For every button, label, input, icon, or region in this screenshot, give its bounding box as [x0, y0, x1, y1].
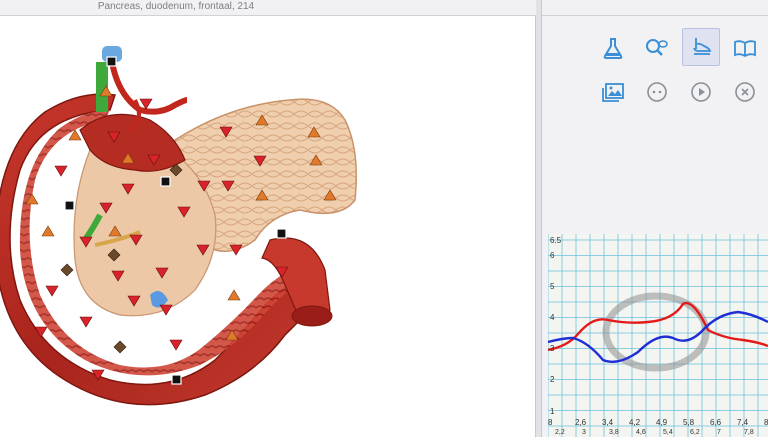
- search-labels-icon: [646, 39, 668, 56]
- graph-y-tick-label: 5: [550, 282, 555, 291]
- images-icon: [602, 83, 624, 102]
- book-button[interactable]: [726, 29, 764, 67]
- more-button[interactable]: [638, 73, 676, 111]
- graph-highlight-ellipse: [602, 292, 710, 372]
- anatomy-illustration[interactable]: [0, 17, 536, 437]
- graph-y-tick-label: 3: [550, 344, 555, 353]
- graph-x-axis-labels: 8 2,6 3,4 4,2 4,9 5,8 6,6 7,4 8,2 2,2 3 3,8 4,6 5,4 6,…: [548, 418, 768, 436]
- marker-diamond-4[interactable]: [113, 340, 127, 354]
- graph-x-tick-label: 7,4: [737, 418, 749, 427]
- image-title: Pancreas, duodenum, frontaal, 214: [97, 1, 255, 12]
- graph-x-tick-sublabel: 3: [582, 429, 586, 436]
- graph-y-tick-label: 2: [550, 375, 555, 384]
- graph-y-tick-label: 6.5: [550, 236, 562, 245]
- book-icon: [734, 40, 756, 58]
- graph-canvas: 6.5 6 5 4 3 2 1 8 2,6 3,4 4,2 4,9 5,8 6,6 7,4 8,2 2,2 3 3…: [548, 234, 768, 437]
- graph-x-tick-label: 5,8: [683, 418, 695, 427]
- graph-x-tick-sublabel: 6,2: [690, 429, 700, 436]
- marker-red-24[interactable]: [169, 339, 183, 351]
- graph-x-tick-label: 2,6: [575, 418, 587, 427]
- graph-x-tick-sublabel: 5,4: [663, 429, 673, 436]
- graph-x-tick-sublabel: 7: [717, 429, 721, 436]
- artery-red: [109, 61, 188, 115]
- image-panel: Pancreas, duodenum, frontaal, 214: [0, 0, 536, 437]
- tools-title-bar: [542, 0, 768, 16]
- graph-y-axis-labels: 6.5 6 5 4 3 2 1: [550, 236, 562, 416]
- close-icon: [735, 82, 755, 102]
- play-icon: [691, 82, 711, 102]
- jejunum-opening: [291, 305, 333, 327]
- play-button[interactable]: [682, 73, 720, 111]
- marker-orange-12[interactable]: [227, 289, 241, 301]
- marker-red-22[interactable]: [79, 316, 93, 328]
- marker-black-1[interactable]: [106, 56, 117, 67]
- marker-red-6[interactable]: [54, 165, 68, 177]
- images-button[interactable]: [594, 73, 632, 111]
- close-button[interactable]: [726, 73, 764, 111]
- marker-orange-10[interactable]: [41, 225, 55, 237]
- graph-x-tick-label: 8: [548, 418, 553, 427]
- marker-red-19[interactable]: [45, 285, 59, 297]
- graph-x-tick-label: 3,4: [602, 418, 614, 427]
- graph-x-tick-label: 4,2: [629, 418, 641, 427]
- graph-x-tick-label: 6,6: [710, 418, 722, 427]
- marker-diamond-3[interactable]: [60, 263, 74, 277]
- flask-button[interactable]: [594, 29, 632, 67]
- graph-x-tick-label: 8,2: [764, 418, 768, 427]
- pointer-hand-button[interactable]: [682, 28, 720, 66]
- marker-black-4[interactable]: [276, 228, 287, 239]
- graph-line-red: [548, 301, 768, 352]
- graph-y-tick-label: 1: [550, 407, 555, 416]
- flask-icon: [603, 38, 623, 59]
- graph-grid: [548, 234, 768, 437]
- graph-y-tick-label: 4: [550, 313, 555, 322]
- graph-x-tick-label: 4,9: [656, 418, 668, 427]
- more-icon: [647, 82, 667, 102]
- graph-y-tick-label: 6: [550, 251, 555, 260]
- search-labels-button[interactable]: [638, 29, 676, 67]
- marker-black-3[interactable]: [64, 200, 75, 211]
- image-title-bar: Pancreas, duodenum, frontaal, 214: [0, 0, 536, 16]
- graph-preview[interactable]: 6.5 6 5 4 3 2 1 8 2,6 3,4 4,2 4,9 5,8 6,6 7,4 8,2 2,2 3 3…: [548, 234, 768, 437]
- marker-black-2[interactable]: [160, 176, 171, 187]
- app-window: Pancreas, duodenum, frontaal, 214 6.5 6 …: [0, 0, 768, 437]
- pointer-hand-icon: [693, 38, 712, 55]
- graph-x-tick-sublabel: 7,8: [744, 429, 754, 436]
- marker-black-5[interactable]: [171, 374, 182, 385]
- graph-x-tick-sublabel: 4,6: [636, 429, 646, 436]
- graph-x-tick-sublabel: 3,8: [609, 429, 619, 436]
- graph-x-tick-sublabel: 2,2: [555, 429, 565, 436]
